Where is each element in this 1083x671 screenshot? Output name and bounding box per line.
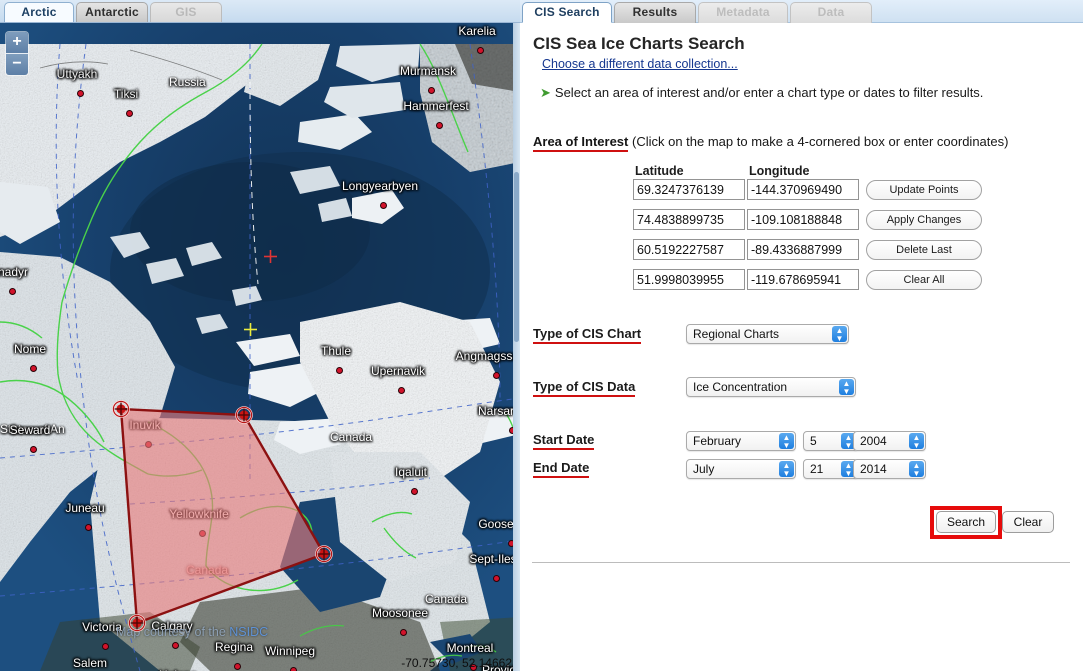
area-of-interest-polygon[interactable] xyxy=(0,22,520,671)
start-month-value: February xyxy=(693,434,741,448)
polygon-vertex-handle[interactable] xyxy=(315,545,333,563)
zoom-in-button[interactable]: + xyxy=(6,32,28,54)
update-points-button[interactable]: Update Points xyxy=(866,180,982,200)
choose-data-collection-link[interactable]: Choose a different data collection... xyxy=(542,57,738,71)
chevron-updown-icon: ▲▼ xyxy=(909,461,924,477)
polygon-vertex-handle[interactable] xyxy=(112,400,130,418)
longitude-input-1[interactable] xyxy=(747,179,859,200)
application-window: Arctic Antarctic GIS xyxy=(0,0,1083,671)
map-vertical-scrollbar[interactable] xyxy=(513,22,520,671)
latitude-input-3[interactable] xyxy=(633,239,745,260)
map-canvas[interactable]: + − UttyakhTiksiKareliaMurmanskHammerfes… xyxy=(0,22,520,671)
clear-all-button[interactable]: Clear All xyxy=(866,270,982,290)
longitude-column-header: Longitude xyxy=(749,164,809,178)
map-tab-bar: Arctic Antarctic GIS xyxy=(0,0,520,23)
chart-type-label: Type of CIS Chart xyxy=(533,326,641,341)
map-tab-arctic[interactable]: Arctic xyxy=(4,2,74,22)
data-type-value: Ice Concentration xyxy=(693,380,787,394)
map-zoom-controls[interactable]: + − xyxy=(6,32,28,75)
tab-results[interactable]: Results xyxy=(614,2,696,23)
data-type-select[interactable]: Ice Concentration ▲▼ xyxy=(686,377,856,397)
start-day-select[interactable]: 5 ▲▼ xyxy=(803,431,858,451)
start-month-select[interactable]: February ▲▼ xyxy=(686,431,796,451)
map-pane: Arctic Antarctic GIS xyxy=(0,0,520,671)
tab-cis-search[interactable]: CIS Search xyxy=(522,2,612,23)
end-day-value: 21 xyxy=(810,462,823,476)
end-date-label: End Date xyxy=(533,460,589,475)
start-day-value: 5 xyxy=(810,434,817,448)
section-divider xyxy=(532,562,1070,563)
chart-type-select[interactable]: Regional Charts ▲▼ xyxy=(686,324,849,344)
chevron-updown-icon: ▲▼ xyxy=(779,461,794,477)
search-form: CIS Sea Ice Charts Search Choose a diffe… xyxy=(520,22,1083,671)
instruction-label: Select an area of interest and/or enter … xyxy=(555,85,984,100)
chevron-updown-icon: ▲▼ xyxy=(779,433,794,449)
search-panel: CIS Search Results Metadata Data CIS Sea… xyxy=(520,0,1083,671)
map-tab-gis: GIS xyxy=(150,2,222,22)
tab-metadata: Metadata xyxy=(698,2,788,23)
polygon-vertex-handle[interactable] xyxy=(235,406,253,424)
latitude-input-1[interactable] xyxy=(633,179,745,200)
chevron-updown-icon: ▲▼ xyxy=(832,326,847,342)
panel-tab-bar: CIS Search Results Metadata Data xyxy=(520,0,1083,23)
start-date-label: Start Date xyxy=(533,432,594,447)
chart-type-value: Regional Charts xyxy=(693,327,779,341)
aoi-heading-rest: (Click on the map to make a 4-cornered b… xyxy=(628,134,1008,149)
latitude-column-header: Latitude xyxy=(635,164,684,178)
attribution-source: NSIDC xyxy=(229,625,268,639)
delete-last-button[interactable]: Delete Last xyxy=(866,240,982,260)
search-button[interactable]: Search xyxy=(936,511,996,533)
chevron-updown-icon: ▲▼ xyxy=(839,379,854,395)
start-year-value: 2004 xyxy=(860,434,887,448)
area-of-interest-heading: Area of Interest (Click on the map to ma… xyxy=(533,134,1008,149)
scrollbar-thumb[interactable] xyxy=(514,172,519,342)
latitude-input-2[interactable] xyxy=(633,209,745,230)
apply-changes-button[interactable]: Apply Changes xyxy=(866,210,982,230)
aoi-heading-bold: Area of Interest xyxy=(533,134,628,152)
green-arrow-icon: ➤ xyxy=(540,85,551,100)
longitude-input-2[interactable] xyxy=(747,209,859,230)
end-year-select[interactable]: 2014 ▲▼ xyxy=(853,459,926,479)
zoom-out-button[interactable]: − xyxy=(6,54,28,75)
data-type-label: Type of CIS Data xyxy=(533,379,635,394)
map-tab-antarctic[interactable]: Antarctic xyxy=(76,2,148,22)
chevron-updown-icon: ▲▼ xyxy=(909,433,924,449)
instruction-text: ➤ Select an area of interest and/or enter… xyxy=(540,85,983,101)
page-title: CIS Sea Ice Charts Search xyxy=(533,34,745,54)
longitude-input-4[interactable] xyxy=(747,269,859,290)
end-year-value: 2014 xyxy=(860,462,887,476)
tab-data: Data xyxy=(790,2,872,23)
polygon-vertex-handle[interactable] xyxy=(128,614,146,632)
clear-button[interactable]: Clear xyxy=(1002,511,1054,533)
end-day-select[interactable]: 21 ▲▼ xyxy=(803,459,858,479)
end-month-select[interactable]: July ▲▼ xyxy=(686,459,796,479)
latitude-input-4[interactable] xyxy=(633,269,745,290)
end-month-value: July xyxy=(693,462,714,476)
longitude-input-3[interactable] xyxy=(747,239,859,260)
start-year-select[interactable]: 2004 ▲▼ xyxy=(853,431,926,451)
map-coordinate-readout: -70.75730, 52.14662 xyxy=(401,656,512,670)
